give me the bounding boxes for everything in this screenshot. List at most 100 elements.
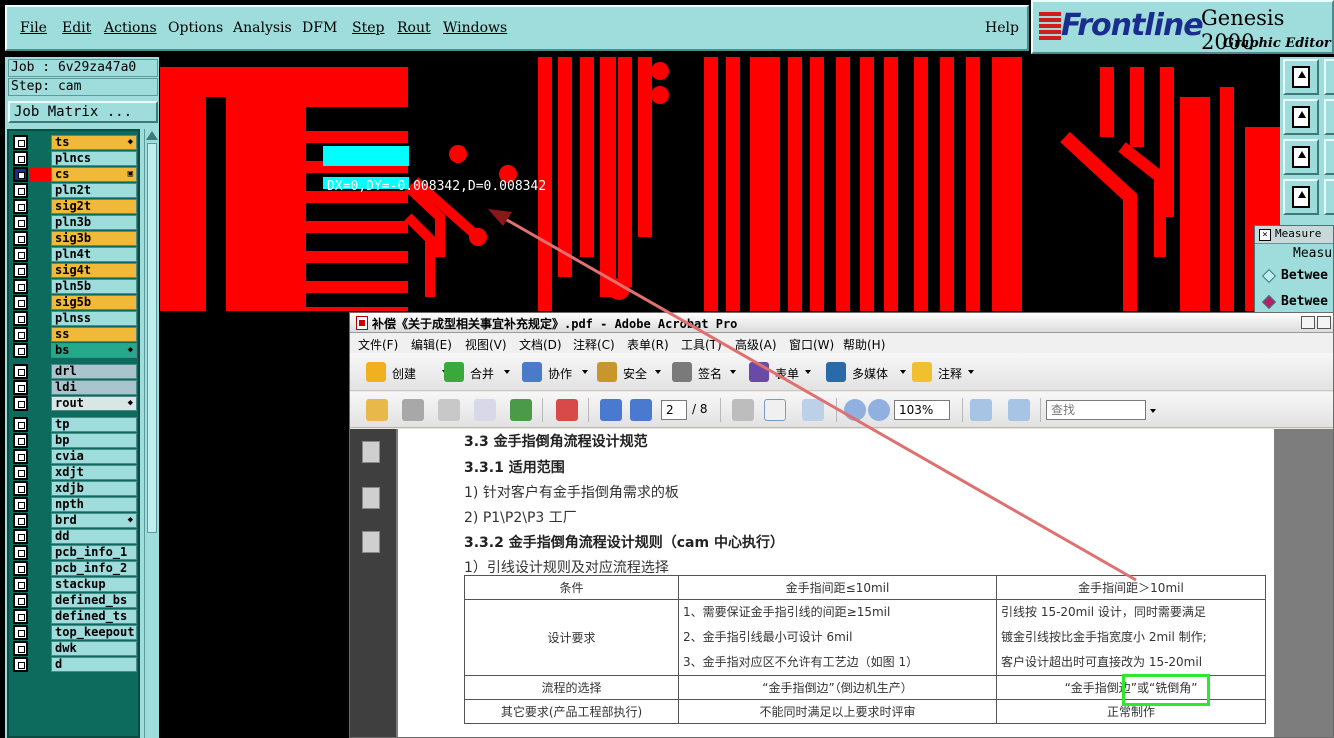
layer-checkbox[interactable] [13, 561, 28, 576]
layer-checkbox[interactable] [13, 545, 28, 560]
layer-row-ts[interactable]: ts ◆ [13, 135, 137, 150]
save-icon[interactable] [438, 399, 460, 421]
acro-menu-tools[interactable]: 工具(T) [681, 336, 722, 353]
layer-checkbox[interactable] [13, 263, 28, 278]
layer-row-defined_ts[interactable]: defined_ts [13, 609, 137, 624]
layer-checkbox[interactable] [13, 247, 28, 262]
layer-checkbox[interactable] [13, 199, 28, 214]
acro-menu-view[interactable]: 视图(V) [465, 336, 507, 353]
layer-row-drl[interactable]: drl [13, 364, 137, 379]
menu-actions[interactable]: Actions [104, 20, 157, 36]
scroll-up-icon[interactable] [146, 131, 158, 140]
layer-name[interactable]: dd [51, 529, 137, 544]
layer-checkbox[interactable] [13, 215, 28, 230]
fit-page-icon[interactable] [1008, 399, 1030, 421]
layer-row-rout[interactable]: rout ◆ [13, 396, 137, 411]
acro-menu-edit[interactable]: 编辑(E) [411, 336, 452, 353]
layer-row-defined_bs[interactable]: defined_bs [13, 593, 137, 608]
job-matrix-button[interactable]: Job Matrix ... [8, 101, 158, 123]
layer-checkbox[interactable] [13, 481, 28, 496]
layer-checkbox[interactable] [13, 183, 28, 198]
menu-windows[interactable]: Windows [443, 20, 507, 36]
layer-checkbox[interactable] [13, 295, 28, 310]
layer-name[interactable]: cvia [51, 449, 137, 464]
layer-row-sig2t[interactable]: sig2t [13, 199, 137, 214]
acro-menu-file[interactable]: 文件(F) [358, 336, 398, 353]
layer-checkbox[interactable] [13, 465, 28, 480]
layer-row-pcb_info_1[interactable]: pcb_info_1 [13, 545, 137, 560]
layer-row-sig3b[interactable]: sig3b [13, 231, 137, 246]
layer-name[interactable]: sig4t [51, 263, 137, 278]
acro-menu-forms[interactable]: 表单(R) [627, 336, 669, 353]
layer-row-top_keepout[interactable]: top_keepout [13, 625, 137, 640]
page-number-input[interactable]: 2 [661, 400, 687, 420]
layer-checkbox[interactable] [13, 433, 28, 448]
layer-name[interactable]: ldi [51, 380, 137, 395]
layer-name[interactable]: sig5b [51, 295, 137, 310]
layer-checkbox[interactable] [13, 151, 28, 166]
layer-checkbox[interactable] [13, 231, 28, 246]
layer-name[interactable]: npth [51, 497, 137, 512]
layer-checkbox[interactable] [13, 529, 28, 544]
menu-edit[interactable]: Edit [62, 20, 91, 36]
fit-width-icon[interactable] [970, 399, 992, 421]
search-dropdown-icon[interactable] [1150, 409, 1156, 413]
layer-checkbox[interactable] [13, 497, 28, 512]
layer-row-brd[interactable]: brd ◆ [13, 513, 137, 528]
minimize-button[interactable] [1301, 316, 1315, 329]
layer-name[interactable]: ss [51, 327, 137, 342]
layer-checkbox[interactable] [13, 343, 28, 358]
graphic-canvas[interactable]: DX=0,DY=-0.008342,D=0.008342 [160, 57, 1280, 311]
layer-name[interactable]: sig3b [51, 231, 137, 246]
select-cursor-icon[interactable] [732, 399, 754, 421]
layer-checkbox[interactable] [13, 327, 28, 342]
layer-name[interactable]: rout ◆ [51, 396, 137, 411]
menu-rout[interactable]: Rout [397, 20, 431, 36]
layer-row-ldi[interactable]: ldi [13, 380, 137, 395]
review-icon[interactable] [556, 399, 578, 421]
pages-icon[interactable] [362, 441, 380, 463]
web-icon[interactable] [510, 399, 532, 421]
layer-scrollbar[interactable] [144, 129, 158, 738]
layer-checkbox[interactable] [13, 577, 28, 592]
menu-file[interactable]: File [20, 20, 47, 36]
layer-checkbox[interactable] [13, 396, 28, 411]
tool-button-extra-1[interactable] [1324, 59, 1334, 95]
menu-help[interactable]: Help [985, 20, 1019, 36]
layer-name[interactable]: plnss [51, 311, 137, 326]
layer-checkbox[interactable] [13, 364, 28, 379]
layer-name[interactable]: pln2t [51, 183, 137, 198]
acro-menu-window[interactable]: 窗口(W) [789, 336, 834, 353]
acro-menu-comment[interactable]: 注释(C) [573, 336, 615, 353]
zoom-level-input[interactable]: 103% [894, 400, 950, 420]
layer-name[interactable]: xdjt [51, 465, 137, 480]
acro-menu-document[interactable]: 文档(D) [519, 336, 562, 353]
layer-name[interactable]: pln4t [51, 247, 137, 262]
measure-tool-button[interactable] [1283, 179, 1319, 215]
search-input[interactable]: 查找 [1046, 400, 1146, 420]
layer-row-plncs[interactable]: plncs [13, 151, 137, 166]
acrobat-titlebar[interactable]: 补偿《关于成型相关事宜补充规定》.pdf - Adobe Acrobat Pro [350, 313, 1333, 333]
layer-row-ss[interactable]: ss [13, 327, 137, 342]
layer-row-pln3b[interactable]: pln3b [13, 215, 137, 230]
layer-name[interactable]: pcb_info_1 [51, 545, 137, 560]
layer-checkbox[interactable] [13, 625, 28, 640]
layer-row-stackup[interactable]: stackup [13, 577, 137, 592]
layer-row-sig5b[interactable]: sig5b [13, 295, 137, 310]
prev-page-icon[interactable] [600, 399, 622, 421]
layer-name[interactable]: top_keepout [51, 625, 137, 640]
layer-name[interactable]: pcb_info_2 [51, 561, 137, 576]
layer-checkbox[interactable] [13, 641, 28, 656]
close-icon[interactable]: × [1259, 229, 1271, 241]
layer-row-sig4t[interactable]: sig4t [13, 263, 137, 278]
next-page-icon[interactable] [630, 399, 652, 421]
layer-row-tp[interactable]: tp [13, 417, 137, 432]
layer-name[interactable]: pln3b [51, 215, 137, 230]
layer-row-cs[interactable]: cs ▣ [13, 167, 137, 182]
layer-name[interactable]: pln5b [51, 279, 137, 294]
acro-menu-advanced[interactable]: 高级(A) [735, 336, 777, 353]
layer-name[interactable]: drl [51, 364, 137, 379]
scroll-thumb[interactable] [147, 143, 157, 533]
tool-button-extra-2[interactable] [1324, 99, 1334, 135]
acro-menu-help[interactable]: 帮助(H) [843, 336, 885, 353]
